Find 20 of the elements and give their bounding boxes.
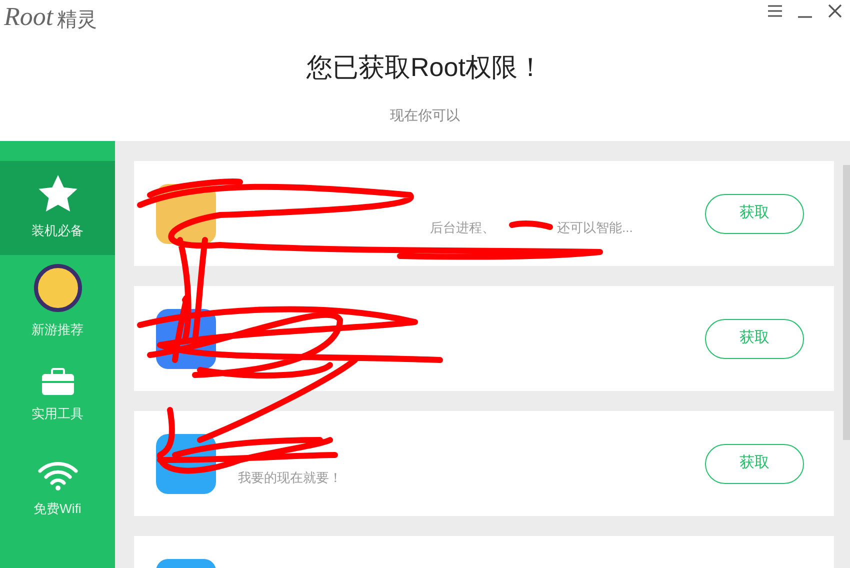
app-description: 我要的现在就要！ (238, 470, 342, 484)
logo-text: 精灵 (57, 10, 98, 30)
get-button[interactable]: 获取 (705, 194, 804, 234)
app-description: 后台进程、 (430, 218, 495, 237)
game-avatar-icon (34, 264, 82, 312)
get-button[interactable]: 获取 (705, 444, 804, 484)
close-icon[interactable] (828, 4, 842, 18)
wifi-icon (38, 461, 78, 492)
sidebar-item[interactable]: 装机必备 (0, 161, 115, 255)
toolbox-icon (40, 368, 74, 396)
sidebar-item[interactable]: 实用工具 (0, 349, 115, 443)
get-button[interactable]: 获取 (705, 318, 804, 358)
menu-icon[interactable] (768, 5, 782, 17)
sidebar-item[interactable]: 新游推荐 (0, 255, 115, 349)
logo-text: Root (4, 4, 54, 30)
page-subtitle: 现在你可以 (390, 106, 460, 125)
app-description: 还可以智能... (557, 218, 633, 237)
page-title: 您已获取Root权限！ (306, 51, 544, 84)
star-icon (38, 175, 78, 214)
sidebar-item[interactable]: 免费Wifi (0, 443, 115, 537)
